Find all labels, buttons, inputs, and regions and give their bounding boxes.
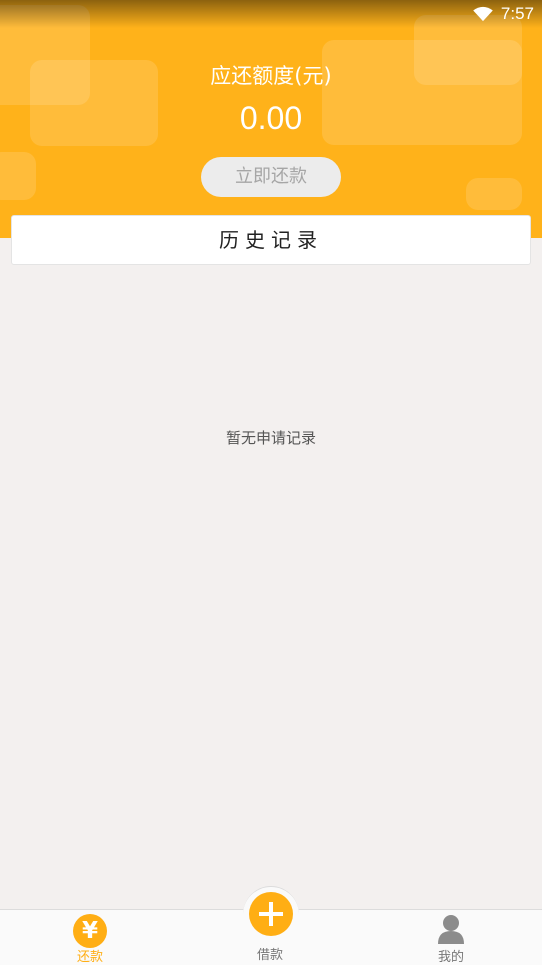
yen-icon: ¥ xyxy=(73,914,107,948)
tab-mine-label: 我的 xyxy=(437,950,464,965)
history-records-header[interactable]: 历史记录 xyxy=(11,215,531,265)
status-time: 7:57 xyxy=(500,4,534,23)
wifi-icon xyxy=(473,6,493,22)
tab-repay[interactable]: ¥ 还款 xyxy=(30,910,150,965)
header: 应还额度(元) 0.00 立即还款 xyxy=(0,0,542,238)
user-icon xyxy=(438,915,464,944)
plus-icon xyxy=(259,902,283,926)
header-decoration xyxy=(466,178,522,210)
status-bar: 7:57 xyxy=(0,0,542,28)
tab-repay-label: 还款 xyxy=(76,950,103,965)
repay-amount-value: 0.00 xyxy=(239,100,303,136)
repay-now-button[interactable]: 立即还款 xyxy=(201,157,341,197)
repay-amount-title: 应还额度(元) xyxy=(210,64,332,88)
empty-state-message: 暂无申请记录 xyxy=(225,429,316,447)
tab-borrow[interactable] xyxy=(249,892,293,936)
tab-borrow-label: 借款 xyxy=(256,948,283,963)
header-decoration xyxy=(0,152,36,200)
tab-mine[interactable]: 我的 xyxy=(391,910,511,965)
